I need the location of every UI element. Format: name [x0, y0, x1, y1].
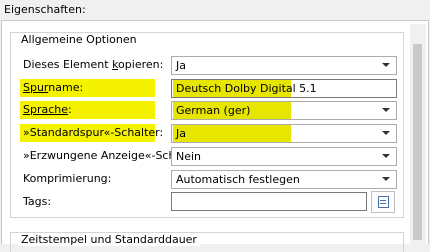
tags-field[interactable] — [171, 192, 367, 211]
chevron-down-icon — [382, 131, 390, 135]
track-name-field[interactable]: Deutsch Dolby Digital 5.1 — [171, 79, 397, 98]
scrollbar-thumb[interactable] — [413, 44, 422, 240]
browse-tags-button[interactable] — [371, 191, 395, 213]
properties-heading: Eigenschaften: — [4, 3, 86, 16]
language-select[interactable]: German (ger) — [171, 101, 397, 120]
chevron-down-icon — [382, 63, 390, 67]
default-track-value-highlight — [173, 125, 291, 142]
tags-label: Tags: — [23, 195, 52, 208]
chevron-down-icon — [382, 108, 390, 112]
language-label: Sprache: — [23, 103, 72, 116]
chevron-down-icon — [382, 154, 390, 158]
default-track-label: »Standardspur«-Schalter: — [23, 126, 164, 139]
general-options-title: Allgemeine Optionen — [18, 33, 140, 46]
chevron-down-icon — [382, 177, 390, 181]
document-icon — [378, 196, 389, 208]
timestamps-title: Zeitstempel und Standarddauer — [18, 233, 200, 246]
copy-element-label: Dieses Element kopieren: — [23, 58, 164, 71]
forced-display-select[interactable]: Nein — [171, 147, 397, 166]
copy-element-select[interactable]: Ja — [171, 56, 397, 75]
compression-label: Komprimierung: — [23, 172, 112, 185]
track-name-label: Spurname: — [23, 81, 84, 94]
compression-select[interactable]: Automatisch festlegen — [171, 170, 397, 189]
default-track-select[interactable]: Ja — [171, 124, 397, 143]
